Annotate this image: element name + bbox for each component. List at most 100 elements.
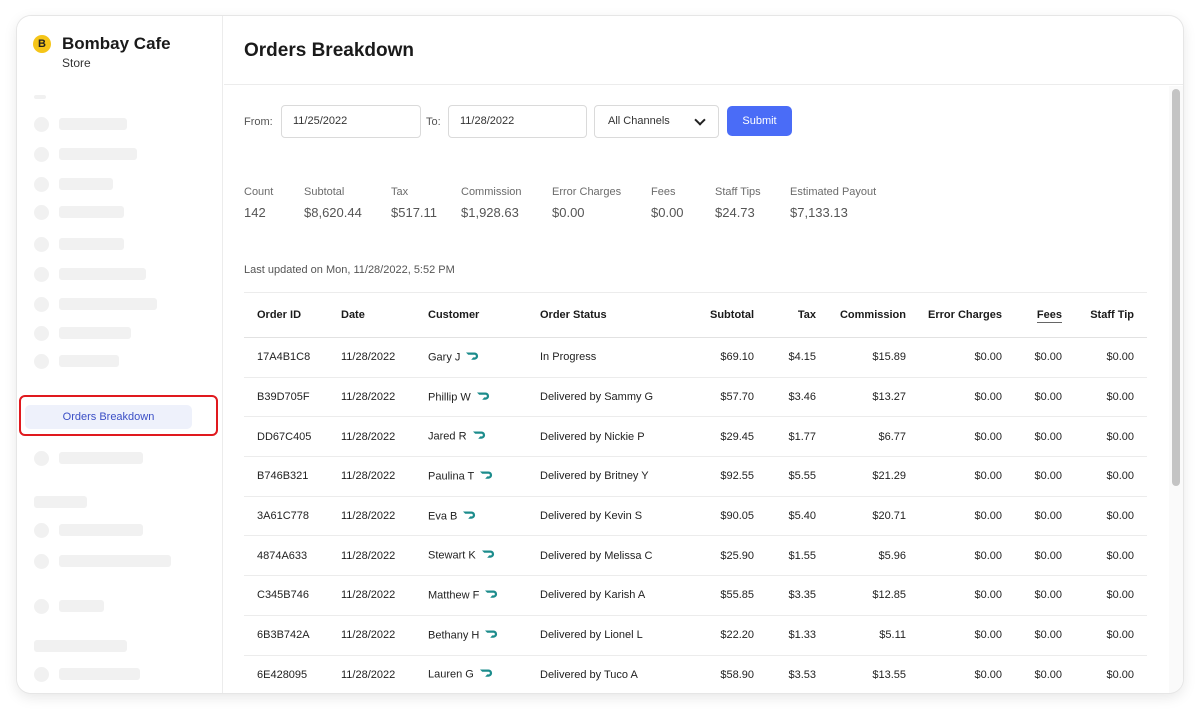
order-error-charges: $0.00 (906, 496, 1002, 537)
app-window: B Bombay Cafe Store Orders Breakdown Ord… (17, 16, 1183, 693)
customer-name-text: Gary J (428, 351, 461, 364)
stat-label: Error Charges (552, 186, 622, 198)
stat-label: Tax (391, 186, 409, 198)
dasher-icon (479, 668, 495, 681)
from-date-input[interactable]: 11/25/2022 (281, 105, 421, 138)
order-error-charges: $0.00 (906, 377, 1002, 418)
order-subtotal: $29.45 (667, 416, 754, 458)
table-row[interactable]: B39D705F 11/28/2022 Phillip W Delivered by … (244, 377, 1147, 418)
order-id-link[interactable]: 6E428095 (244, 655, 341, 693)
order-commission: $6.77 (816, 416, 906, 458)
order-id-link[interactable]: 3A61C778 (244, 496, 341, 537)
order-id-link[interactable]: 17A4B1C8 (244, 337, 341, 378)
table-row[interactable]: 3A61C778 11/28/2022 Eva B Delivered by Kevi… (244, 496, 1147, 537)
stat-fees: Fees $0.00 (651, 186, 684, 220)
order-date: 11/28/2022 (341, 456, 428, 497)
order-id-link[interactable]: B39D705F (244, 377, 341, 418)
to-label: To: (426, 116, 441, 128)
order-commission: $20.71 (816, 496, 906, 537)
column-header-fees[interactable]: Fees (1002, 292, 1062, 338)
order-date: 11/28/2022 (341, 416, 428, 458)
order-tax: $5.55 (754, 456, 816, 497)
stat-label: Fees (651, 186, 676, 198)
order-fees: $0.00 (1002, 575, 1062, 616)
orders-table-body: 17A4B1C8 11/28/2022 Gary J In Progress $69.1… (244, 337, 1147, 693)
order-fees: $0.00 (1002, 337, 1062, 378)
order-date: 11/28/2022 (341, 377, 428, 418)
dasher-icon (476, 391, 492, 404)
order-date: 11/28/2022 (341, 655, 428, 693)
stat-tax: Tax $517.11 (391, 186, 437, 220)
column-header[interactable]: Order Status (540, 292, 667, 338)
order-status: In Progress (540, 337, 667, 378)
stat-value: $1,928.63 (461, 205, 519, 220)
column-header[interactable]: Customer (428, 292, 540, 338)
submit-button[interactable]: Submit (727, 106, 792, 136)
column-header[interactable]: Commission (816, 292, 906, 338)
order-tax: $3.53 (754, 655, 816, 693)
column-header[interactable]: Order ID (244, 292, 341, 338)
stat-error-charges: Error Charges $0.00 (552, 186, 621, 220)
sidebar-item-orders-breakdown[interactable]: Orders Breakdown (25, 405, 192, 429)
table-row[interactable]: DD67C405 11/28/2022 Jared R Delivered by Ni… (244, 416, 1147, 458)
customer-name: Matthew F (428, 575, 540, 616)
order-commission: $15.89 (816, 337, 906, 378)
column-header[interactable]: Error Charges (906, 292, 1002, 338)
order-tax: $1.55 (754, 535, 816, 577)
order-id-link[interactable]: 6B3B742A (244, 615, 341, 656)
order-id-link[interactable]: B746B321 (244, 456, 341, 497)
order-id-link[interactable]: DD67C405 (244, 416, 341, 458)
table-row[interactable]: 17A4B1C8 11/28/2022 Gary J In Progress $69.1… (244, 337, 1147, 378)
order-fees: $0.00 (1002, 456, 1062, 497)
customer-name: Phillip W (428, 377, 540, 418)
order-staff-tip: $0.00 (1062, 575, 1147, 616)
sidebar: B Bombay Cafe Store Orders Breakdown (17, 16, 223, 693)
stat-label: Staff Tips (715, 186, 761, 198)
table-row[interactable]: C345B746 11/28/2022 Matthew F Delivered by … (244, 575, 1147, 616)
stat-value: $8,620.44 (304, 205, 362, 220)
scrollbar[interactable] (1169, 86, 1183, 693)
order-staff-tip: $0.00 (1062, 456, 1147, 497)
table-row[interactable]: 4874A633 11/28/2022 Stewart K Delivered by … (244, 535, 1147, 577)
column-header[interactable]: Date (341, 292, 428, 338)
customer-name-text: Paulina T (428, 470, 475, 483)
customer-name: Bethany H (428, 615, 540, 656)
order-subtotal: $58.90 (667, 655, 754, 693)
customer-name: Lauren G (428, 655, 540, 693)
table-row[interactable]: 6B3B742A 11/28/2022 Bethany H Delivered by … (244, 615, 1147, 656)
customer-name: Gary J (428, 337, 540, 378)
dasher-icon (462, 510, 478, 523)
order-staff-tip: $0.00 (1062, 655, 1147, 693)
customer-name-text: Matthew F (428, 589, 480, 602)
channel-select[interactable]: All Channels (594, 105, 719, 138)
page-header: Orders Breakdown (224, 16, 1183, 85)
order-id-link[interactable]: C345B746 (244, 575, 341, 616)
order-commission: $13.55 (816, 655, 906, 693)
dasher-icon (472, 430, 488, 443)
store-type: Store (62, 56, 91, 70)
column-header[interactable]: Staff Tip (1062, 292, 1147, 338)
table-row[interactable]: 6E428095 11/28/2022 Lauren G Delivered by T… (244, 655, 1147, 693)
dasher-icon (484, 589, 500, 602)
to-date-input[interactable]: 11/28/2022 (448, 105, 587, 138)
customer-name: Paulina T (428, 456, 540, 497)
customer-name-text: Bethany H (428, 629, 480, 642)
customer-name: Eva B (428, 496, 540, 537)
order-date: 11/28/2022 (341, 615, 428, 656)
order-date: 11/28/2022 (341, 337, 428, 378)
order-tax: $3.46 (754, 377, 816, 418)
from-label: From: (244, 116, 273, 128)
scrollbar-thumb[interactable] (1172, 89, 1180, 486)
stat-count: Count 142 (244, 186, 273, 220)
column-header[interactable]: Tax (754, 292, 816, 338)
sidebar-section-placeholder (34, 640, 127, 652)
table-row[interactable]: B746B321 11/28/2022 Paulina T Delivered by … (244, 456, 1147, 497)
order-subtotal: $90.05 (667, 496, 754, 537)
store-name[interactable]: Bombay Cafe (62, 34, 171, 54)
stat-estimated-payout: Estimated Payout $7,133.13 (790, 186, 876, 220)
sidebar-placeholder (34, 95, 46, 99)
order-id-link[interactable]: 4874A633 (244, 535, 341, 577)
column-header[interactable]: Subtotal (667, 292, 754, 338)
orders-table: Order ID Date Customer Order Status Subt… (244, 292, 1147, 693)
stat-value: $517.11 (391, 205, 438, 220)
